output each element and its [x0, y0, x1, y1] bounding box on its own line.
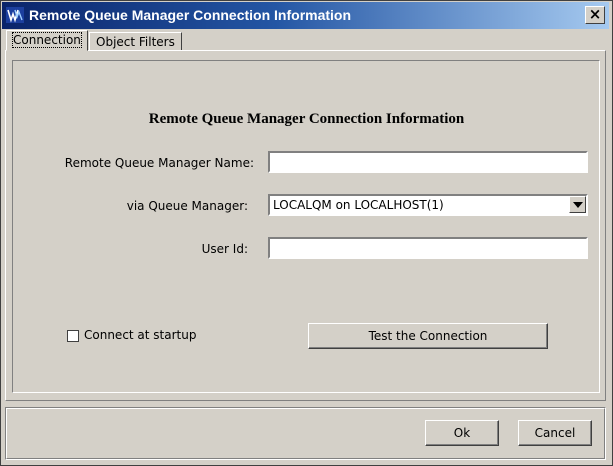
ok-button[interactable]: Ok — [425, 420, 499, 446]
app-icon — [6, 7, 24, 23]
via-qm-select[interactable]: LOCALQM on LOCALHOST(1) — [268, 194, 588, 216]
connect-at-startup-label[interactable]: Connect at startup — [84, 328, 196, 342]
cancel-button[interactable]: Cancel — [518, 420, 592, 446]
user-id-input[interactable] — [268, 237, 588, 259]
via-qm-dropdown-button[interactable] — [569, 196, 586, 213]
user-id-label: User Id: — [201, 242, 248, 256]
title-bar[interactable]: Remote Queue Manager Connection Informat… — [2, 2, 609, 29]
remote-qm-name-input[interactable] — [268, 151, 588, 173]
tab-connection[interactable]: Connection — [6, 30, 88, 51]
remote-qm-name-label: Remote Queue Manager Name: — [64, 156, 254, 170]
form-heading: Remote Queue Manager Connection Informat… — [148, 111, 465, 127]
window-title: Remote Queue Manager Connection Informat… — [29, 7, 352, 23]
via-qm-label: via Queue Manager: — [126, 199, 248, 213]
close-icon: × — [588, 5, 602, 23]
tab-connection-label: Connection — [12, 32, 82, 48]
tab-object-filters-label: Object Filters — [96, 35, 175, 49]
via-qm-selected-value: LOCALQM on LOCALHOST(1) — [273, 198, 444, 212]
close-button[interactable]: × — [585, 6, 605, 24]
footer-inner — [6, 408, 605, 459]
connect-at-startup-checkbox[interactable] — [67, 330, 79, 342]
chevron-down-icon — [573, 202, 583, 208]
tab-object-filters[interactable]: Object Filters — [89, 32, 182, 51]
test-connection-button[interactable]: Test the Connection — [308, 323, 548, 349]
